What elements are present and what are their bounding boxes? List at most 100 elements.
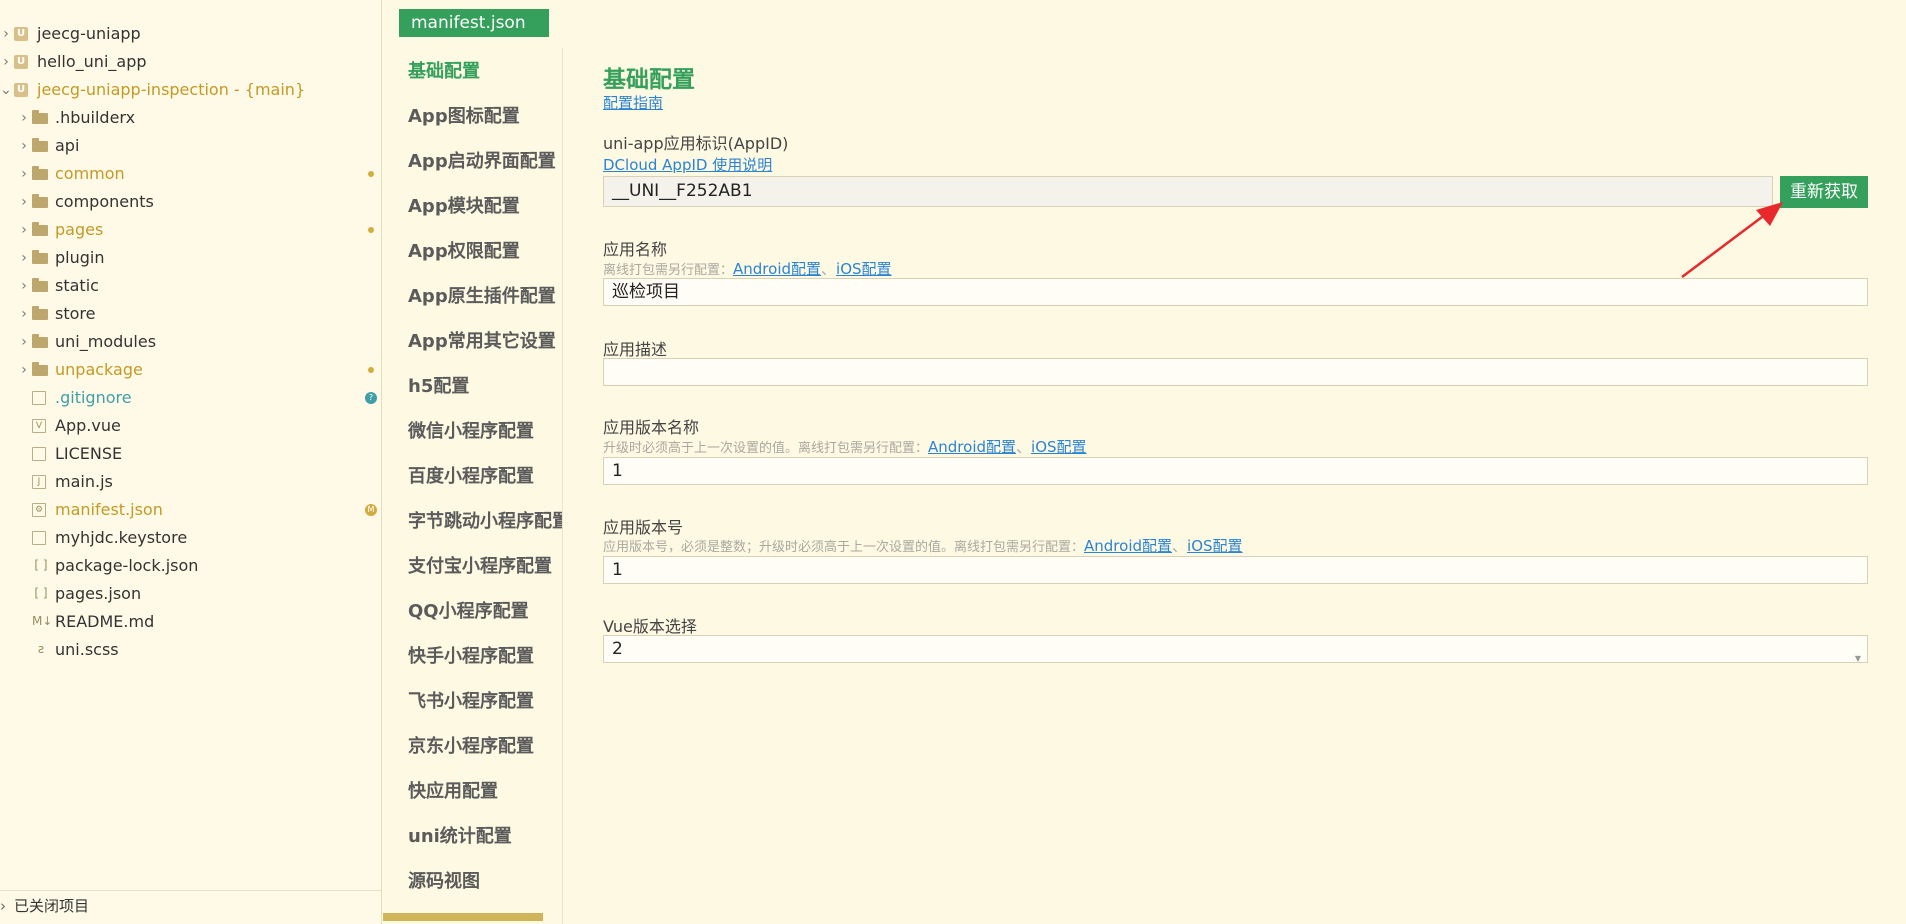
project-icon: U bbox=[14, 55, 28, 69]
chevron-right-icon[interactable]: › bbox=[0, 20, 12, 48]
nav-item[interactable]: App权限配置 bbox=[408, 237, 520, 263]
ios-config-link[interactable]: iOS配置 bbox=[1187, 537, 1243, 555]
nav-item[interactable]: 快应用配置 bbox=[408, 777, 498, 803]
tree-item[interactable]: ⚙ manifest.json M bbox=[0, 496, 382, 524]
tree-item[interactable]: › static bbox=[0, 272, 382, 300]
tree-item[interactable]: › .hbuilderx bbox=[0, 104, 382, 132]
app-name-input[interactable]: 巡检项目 bbox=[603, 278, 1868, 306]
hint-text: 升级时必须高于上一次设置的值。离线打包需另行配置： bbox=[603, 441, 929, 456]
tree-item-label: main.js bbox=[55, 472, 113, 491]
tree-item[interactable]: Jmain.js bbox=[0, 468, 382, 496]
tree-item[interactable]: ⌄ Ujeecg-uniapp-inspection - {main} bbox=[0, 76, 382, 104]
nav-item[interactable]: App模块配置 bbox=[408, 192, 520, 218]
tree-item[interactable]: LICENSE bbox=[0, 440, 382, 468]
tree-item-label: pages.json bbox=[55, 584, 142, 603]
nav-item[interactable]: App常用其它设置 bbox=[408, 327, 556, 353]
tree-item-label: common bbox=[55, 164, 125, 183]
nav-item[interactable]: 字节跳动小程序配置 bbox=[408, 507, 562, 533]
nav-item[interactable]: QQ小程序配置 bbox=[408, 597, 529, 623]
nav-item[interactable]: 微信小程序配置 bbox=[408, 417, 534, 443]
nav-item[interactable]: 支付宝小程序配置 bbox=[408, 552, 552, 578]
chevron-right-icon[interactable]: › bbox=[18, 356, 30, 384]
folder-icon bbox=[32, 110, 48, 124]
nav-item[interactable]: uni统计配置 bbox=[408, 822, 512, 848]
nav-item[interactable]: 京东小程序配置 bbox=[408, 732, 534, 758]
chevron-right-icon[interactable]: › bbox=[18, 104, 30, 132]
version-code-input[interactable]: 1 bbox=[603, 556, 1868, 584]
tree-item[interactable]: [ ] pages.json bbox=[0, 580, 382, 608]
tab-label: manifest.json bbox=[411, 13, 526, 33]
tree-item[interactable]: › api bbox=[0, 132, 382, 160]
tree-item[interactable]: myhjdc.keystore bbox=[0, 524, 382, 552]
file-icon: [ ] bbox=[34, 558, 48, 572]
chevron-right-icon[interactable]: › bbox=[18, 328, 30, 356]
tab-manifest-json[interactable]: manifest.json bbox=[399, 9, 549, 37]
tree-item[interactable]: › unpackage bbox=[0, 356, 382, 384]
tree-item[interactable]: › uni_modules bbox=[0, 328, 382, 356]
android-config-link[interactable]: Android配置 bbox=[928, 438, 1016, 456]
refresh-appid-button[interactable]: 重新获取 bbox=[1780, 176, 1868, 208]
version-name-input[interactable]: 1 bbox=[603, 457, 1868, 485]
vue-version-label: Vue版本选择 bbox=[603, 617, 697, 636]
hint-separator: 、 bbox=[821, 260, 837, 278]
tree-item[interactable]: [ ] package-lock.json bbox=[0, 552, 382, 580]
android-config-link[interactable]: Android配置 bbox=[1084, 537, 1172, 555]
nav-item[interactable]: 飞书小程序配置 bbox=[408, 687, 534, 713]
folder-icon bbox=[32, 334, 48, 348]
tree-item[interactable]: › pages bbox=[0, 216, 382, 244]
nav-item[interactable]: 基础配置 bbox=[408, 57, 480, 83]
app-name-label: 应用名称 bbox=[603, 240, 668, 259]
tree-item-label: static bbox=[55, 276, 99, 295]
tree-item-label: components bbox=[55, 192, 154, 211]
chevron-right-icon[interactable]: › bbox=[18, 300, 30, 328]
nav-item[interactable]: App图标配置 bbox=[408, 102, 520, 128]
appid-input[interactable]: __UNI__F252AB1 bbox=[603, 176, 1773, 207]
nav-item[interactable]: 快手小程序配置 bbox=[408, 642, 534, 668]
chevron-right-icon[interactable]: › bbox=[18, 160, 30, 188]
tree-item[interactable]: › Ujeecg-uniapp bbox=[0, 20, 382, 48]
ios-config-link[interactable]: iOS配置 bbox=[836, 260, 892, 278]
tree-item[interactable]: › plugin bbox=[0, 244, 382, 272]
vue-version-select[interactable]: 2 ▼ bbox=[603, 635, 1868, 663]
tree-item[interactable]: › components bbox=[0, 188, 382, 216]
closed-projects-bar[interactable]: › 已关闭项目 bbox=[0, 890, 382, 920]
chevron-down-icon[interactable]: ⌄ bbox=[0, 76, 12, 104]
tree-item[interactable]: › store bbox=[0, 300, 382, 328]
nav-scrollbar[interactable] bbox=[383, 913, 543, 921]
chevron-right-icon[interactable]: › bbox=[0, 48, 12, 76]
app-desc-input[interactable] bbox=[603, 358, 1868, 386]
dropdown-caret-icon: ▼ bbox=[1854, 654, 1861, 663]
chevron-right-icon[interactable]: › bbox=[18, 188, 30, 216]
chevron-right-icon[interactable]: › bbox=[18, 132, 30, 160]
nav-item[interactable]: h5配置 bbox=[408, 372, 469, 398]
nav-item[interactable]: 源码视图 bbox=[408, 867, 480, 893]
android-config-link[interactable]: Android配置 bbox=[733, 260, 821, 278]
tree-item[interactable]: M↓ README.md bbox=[0, 608, 382, 636]
file-tree: › Ujeecg-uniapp › Uhello_uni_app ⌄ Ujeecg-uni… bbox=[0, 20, 382, 664]
appid-help-link[interactable]: DCloud AppID 使用说明 bbox=[603, 154, 772, 175]
modified-dot-icon bbox=[368, 367, 374, 373]
tree-item[interactable]: V App.vue bbox=[0, 412, 382, 440]
git-status-badge: ? bbox=[365, 392, 377, 404]
hint-separator: 、 bbox=[1172, 537, 1188, 555]
file-icon: [ ] bbox=[34, 586, 48, 600]
nav-item[interactable]: 百度小程序配置 bbox=[408, 462, 534, 488]
tree-item-label: myhjdc.keystore bbox=[55, 528, 188, 547]
folder-icon bbox=[32, 194, 48, 208]
ios-config-link[interactable]: iOS配置 bbox=[1031, 438, 1087, 456]
tree-item[interactable]: › Uhello_uni_app bbox=[0, 48, 382, 76]
tree-item[interactable]: ƨ uni.scss bbox=[0, 636, 382, 664]
file-icon: ⚙ bbox=[32, 503, 46, 517]
nav-item[interactable]: App原生插件配置 bbox=[408, 282, 556, 308]
chevron-right-icon[interactable]: › bbox=[18, 244, 30, 272]
chevron-right-icon[interactable]: › bbox=[18, 216, 30, 244]
hint-text: 离线打包需另行配置： bbox=[603, 263, 734, 278]
chevron-right-icon[interactable]: › bbox=[18, 272, 30, 300]
closed-projects-label: 已关闭项目 bbox=[14, 897, 90, 915]
tree-item[interactable]: .gitignore? bbox=[0, 384, 382, 412]
tree-item[interactable]: › common bbox=[0, 160, 382, 188]
config-guide-link[interactable]: 配置指南 bbox=[603, 92, 663, 113]
tree-item-label: jeecg-uniapp-inspection - {main} bbox=[37, 80, 306, 99]
nav-item[interactable]: App启动界面配置 bbox=[408, 147, 556, 173]
file-icon: J bbox=[32, 475, 46, 489]
